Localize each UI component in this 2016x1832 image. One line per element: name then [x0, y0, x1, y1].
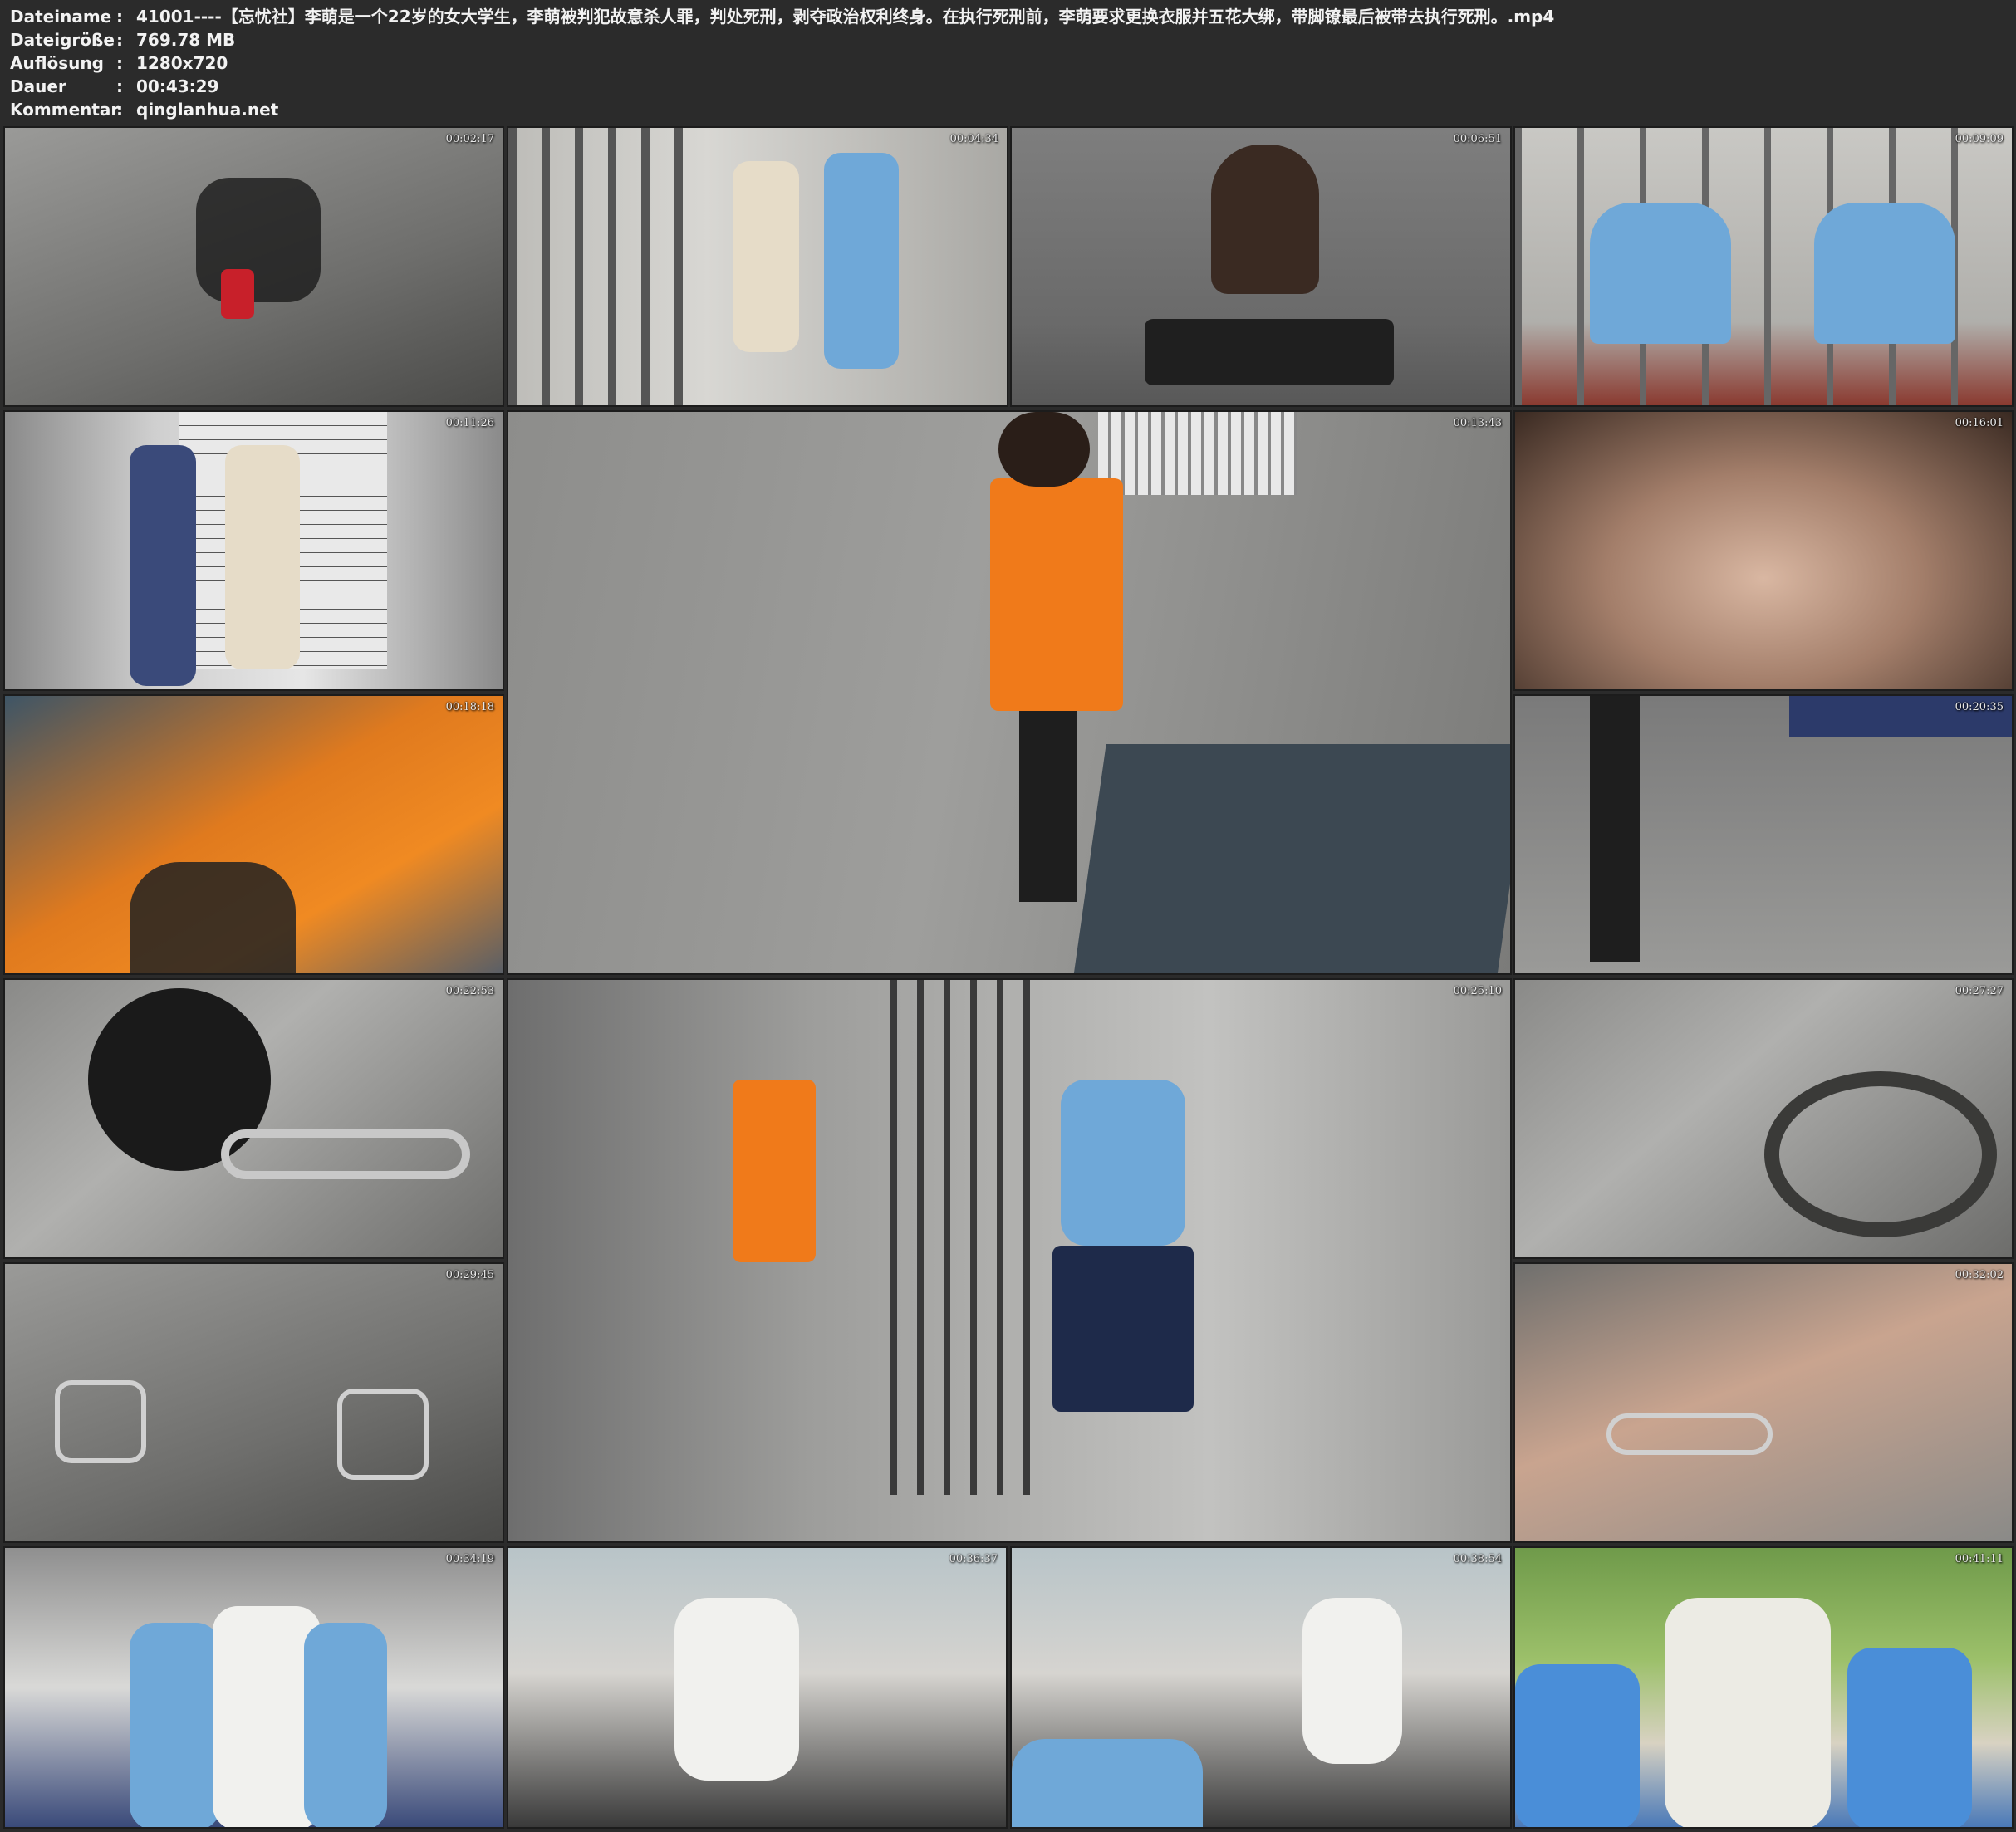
video-thumbnail[interactable]: 00:06:51 [1010, 126, 1512, 407]
video-thumbnail[interactable]: 00:02:17 [3, 126, 504, 407]
window-bars [1098, 412, 1297, 495]
timestamp: 00:34:19 [445, 1553, 494, 1565]
video-thumbnail[interactable]: 00:13:43 [507, 410, 1512, 975]
cell-door [890, 980, 1040, 1495]
timestamp: 00:20:35 [1955, 701, 2004, 713]
shoe-sole-shape [221, 269, 254, 319]
info-value: 1280x720 [136, 53, 228, 73]
officer-figure [1061, 1080, 1185, 1246]
timestamp: 00:13:43 [1453, 417, 1502, 429]
info-value: 00:43:29 [136, 76, 219, 96]
video-thumbnail[interactable]: 00:41:11 [1513, 1546, 2014, 1829]
sandal-shape [337, 1389, 429, 1480]
video-thumbnail[interactable]: 00:09:09 [1513, 126, 2014, 407]
info-separator: : [116, 100, 123, 120]
info-row-filename: Dateiname : 41001----【忘忧社】李萌是一个22岁的女大学生，… [10, 5, 1554, 28]
timestamp: 00:27:27 [1955, 985, 2004, 997]
timestamp: 00:25:10 [1453, 985, 1502, 997]
video-thumbnail[interactable]: 00:04:34 [507, 126, 1008, 407]
timestamp: 00:11:26 [445, 417, 494, 429]
cell-bars [508, 128, 699, 405]
officer-figure [824, 153, 899, 369]
orange-vest [990, 478, 1123, 711]
info-key: Kommentar [10, 100, 120, 120]
info-key: Dateigröße [10, 30, 115, 50]
timestamp: 00:18:18 [445, 701, 494, 713]
person-head [1211, 145, 1319, 294]
timestamp: 00:16:01 [1955, 417, 2004, 429]
officer-figure [1847, 1648, 1972, 1827]
passenger-figure [674, 1598, 799, 1781]
info-key: Auflösung [10, 53, 104, 73]
timestamp: 00:09:09 [1955, 133, 2004, 145]
info-row-duration: Dauer : 00:43:29 [10, 75, 1554, 98]
info-value: 769.78 MB [136, 30, 236, 50]
prisoner-figure [733, 161, 799, 352]
video-thumbnail[interactable]: 00:27:27 [1513, 978, 2014, 1259]
prisoner-figure [1665, 1598, 1831, 1827]
info-value: qinglanhua.net [136, 100, 279, 120]
info-separator: : [116, 53, 123, 73]
mattress-shape [1073, 744, 1510, 973]
info-key: Dauer [10, 76, 66, 96]
video-thumbnail[interactable]: 00:11:26 [3, 410, 504, 691]
chain-shape [221, 1129, 470, 1179]
timestamp: 00:41:11 [1955, 1553, 2004, 1565]
shoe-shape [196, 178, 321, 302]
sandal-shape [55, 1380, 146, 1463]
info-separator: : [116, 30, 123, 50]
cuff-shape [1606, 1413, 1773, 1455]
info-separator: : [116, 7, 123, 27]
timestamp: 00:22:53 [445, 985, 494, 997]
timestamp: 00:36:37 [949, 1553, 998, 1565]
video-thumbnail[interactable]: 00:32:02 [1513, 1262, 2014, 1543]
video-thumbnail[interactable]: 00:29:45 [3, 1262, 504, 1543]
officer-figure [1814, 203, 1955, 344]
video-thumbnail[interactable]: 00:25:10 [507, 978, 1512, 1543]
file-info-header: Dateiname : 41001----【忘忧社】李萌是一个22岁的女大学生，… [10, 5, 1554, 121]
video-thumbnail[interactable]: 00:18:18 [3, 694, 504, 975]
timestamp: 00:02:17 [445, 133, 494, 145]
orange-vest [733, 1080, 816, 1262]
video-thumbnail[interactable]: 00:38:54 [1010, 1546, 1512, 1829]
video-thumbnail[interactable]: 00:16:01 [1513, 410, 2014, 691]
info-value: 41001----【忘忧社】李萌是一个22岁的女大学生，李萌被判犯故意杀人罪，判… [136, 7, 1555, 27]
officer-figure [1515, 1664, 1640, 1827]
video-thumbnail[interactable]: 00:22:53 [3, 978, 504, 1259]
legs-shape [1590, 696, 1640, 962]
chair-shape [1145, 319, 1394, 385]
timestamp: 00:29:45 [445, 1269, 494, 1281]
video-thumbnail[interactable]: 00:36:37 [507, 1546, 1008, 1829]
passenger-figure [1302, 1598, 1402, 1764]
video-thumbnail[interactable]: 00:20:35 [1513, 694, 2014, 975]
video-thumbnail[interactable]: 00:34:19 [3, 1546, 504, 1829]
info-row-resolution: Auflösung : 1280x720 [10, 51, 1554, 75]
officer-figure [130, 445, 196, 686]
officer-figure [1012, 1739, 1203, 1827]
timestamp: 00:38:54 [1453, 1553, 1502, 1565]
uniform-skirt [1052, 1246, 1194, 1412]
info-row-filesize: Dateigröße : 769.78 MB [10, 28, 1554, 51]
info-separator: : [116, 76, 123, 96]
timestamp: 00:06:51 [1453, 133, 1502, 145]
person-head [998, 412, 1090, 487]
info-row-comment: Kommentar : qinglanhua.net [10, 98, 1554, 121]
officer-figure [1590, 203, 1731, 344]
officer-figure [304, 1623, 387, 1827]
chain-shape [1764, 1071, 1997, 1237]
officer-figure [130, 1623, 221, 1827]
timestamp: 00:04:34 [949, 133, 998, 145]
prisoner-figure [225, 445, 300, 669]
legs-shape [1019, 711, 1077, 902]
info-key: Dateiname [10, 7, 112, 27]
timestamp: 00:32:02 [1955, 1269, 2004, 1281]
legs-shape [130, 862, 296, 973]
